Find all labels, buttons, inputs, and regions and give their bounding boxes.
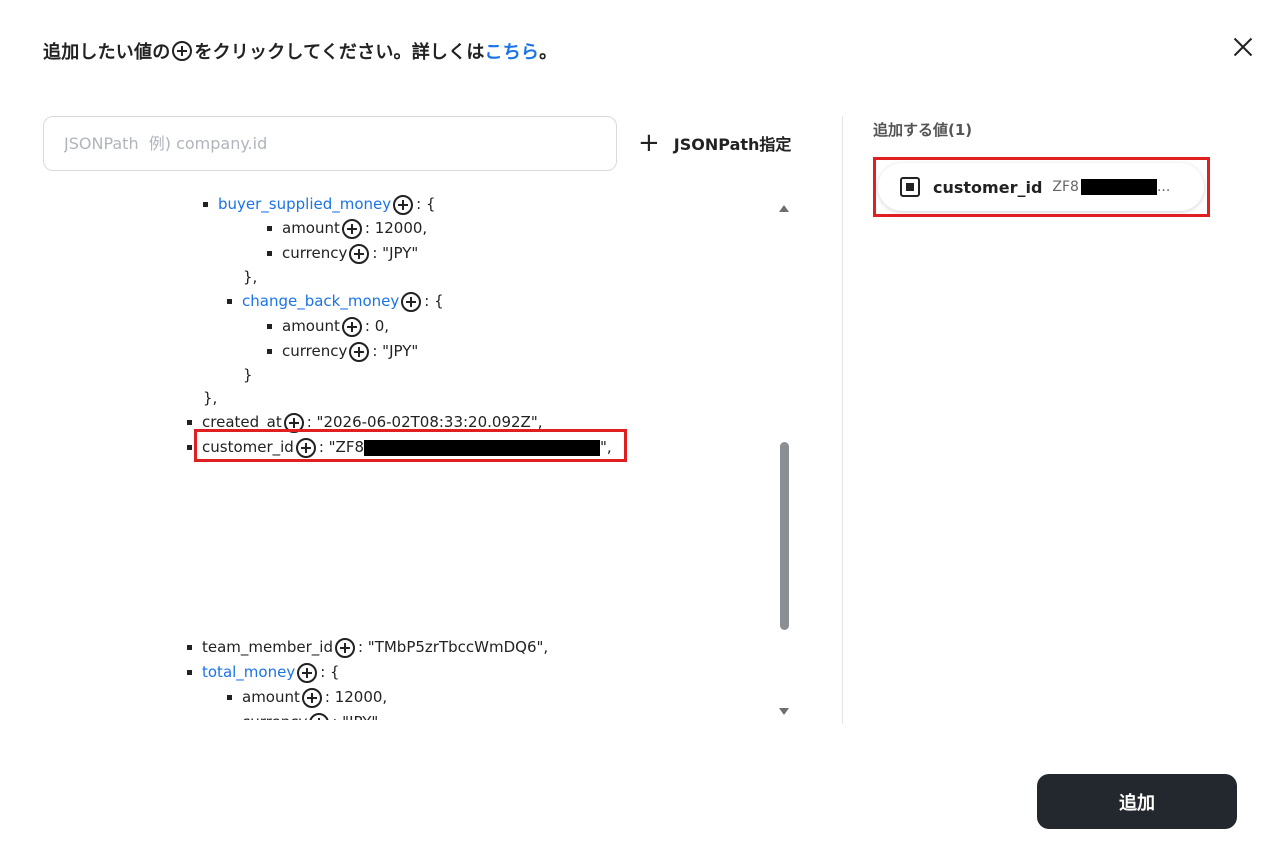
bullet	[187, 645, 192, 650]
tree-row: currency : "JPY"	[227, 710, 378, 720]
tree-value: : 12000,	[324, 688, 388, 706]
tree-value-prefix: : "ZF8	[318, 438, 364, 456]
bullet	[267, 251, 272, 256]
add-value-icon[interactable]	[349, 243, 370, 264]
add-value-icon[interactable]	[295, 437, 316, 458]
tree-bracket: }	[243, 366, 253, 384]
bullet	[227, 299, 232, 304]
panel-divider	[842, 116, 843, 724]
tree-value: : "JPY"	[372, 342, 419, 360]
tree-value: : "JPY"	[332, 710, 378, 720]
add-value-icon[interactable]	[393, 194, 414, 215]
tree-key[interactable]: total_money	[202, 660, 295, 685]
tree-key: amount	[282, 219, 340, 237]
add-circle-icon	[172, 41, 193, 61]
tree-value: : 12000,	[364, 219, 428, 237]
bullet	[203, 202, 208, 207]
tree-row: created_at : "2026-06-02T08:33:20.092Z",	[187, 410, 543, 435]
chip-label: customer_id	[933, 177, 1043, 197]
tree-value: : {	[424, 292, 444, 310]
help-link[interactable]: こちら	[485, 38, 540, 64]
tree-value-suffix: ",	[600, 438, 612, 456]
bullet	[187, 420, 192, 425]
square-dot-icon	[900, 177, 920, 197]
chip-value: ZF8 ...	[1052, 179, 1170, 195]
add-value-icon[interactable]	[334, 637, 355, 658]
tree-bracket: },	[203, 389, 218, 407]
tree-value: : {	[416, 195, 436, 213]
json-tree: buyer_supplied_money : { amount : 12000,…	[43, 190, 793, 720]
tree-row: buyer_supplied_money : {	[203, 192, 436, 217]
add-value-icon[interactable]	[401, 291, 422, 312]
scrollbar-thumb[interactable]	[780, 442, 789, 630]
tree-row-customer-id: customer_id : "ZF8 ",	[187, 435, 612, 460]
tree-row: change_back_money : {	[227, 289, 444, 314]
tree-key: created_at	[202, 413, 282, 431]
bullet	[267, 349, 272, 354]
selected-values-title: 追加する値(1)	[873, 121, 973, 139]
tree-key: currency	[242, 710, 307, 720]
add-value-icon[interactable]	[309, 712, 330, 720]
selected-value-chip[interactable]: customer_id ZF8 ...	[878, 163, 1204, 211]
chip-value-prefix: ZF8	[1052, 179, 1079, 195]
add-value-icon[interactable]	[349, 341, 370, 362]
bullet	[267, 226, 272, 231]
redacted-value	[1080, 179, 1157, 195]
bullet	[187, 670, 192, 675]
tree-value: : "TMbP5zrTbccWmDQ6",	[357, 638, 549, 656]
bullet	[267, 324, 272, 329]
instruction-text-start: 追加したい値の	[43, 42, 171, 63]
scroll-up-icon[interactable]	[779, 205, 789, 212]
tree-row: },	[243, 265, 257, 290]
tree-key: amount	[282, 317, 340, 335]
tree-value: : "JPY"	[372, 244, 419, 262]
add-value-icon[interactable]	[297, 662, 318, 683]
tree-row: team_member_id : "TMbP5zrTbccWmDQ6",	[187, 635, 548, 660]
dialog-instruction: 追加したい値の をクリックしてください。詳しくは こちら 。	[43, 38, 557, 64]
tree-row: amount : 12000,	[227, 685, 387, 710]
tree-row: },	[203, 386, 217, 411]
add-button[interactable]: 追加	[1037, 774, 1237, 829]
redacted-value	[364, 439, 600, 456]
tree-row: currency : "JPY"	[267, 241, 418, 266]
tree-value: : 0,	[364, 317, 390, 335]
tree-value: : "2026-06-02T08:33:20.092Z",	[306, 413, 543, 431]
jsonpath-specify-button[interactable]: + JSONPath指定	[638, 128, 792, 158]
tree-key[interactable]: buyer_supplied_money	[218, 192, 391, 217]
instruction-text-end: をクリックしてください。詳しくは	[194, 42, 485, 63]
scroll-down-icon[interactable]	[779, 708, 789, 715]
plus-icon: +	[638, 128, 660, 158]
add-value-icon[interactable]	[341, 218, 362, 239]
instruction-period: 。	[539, 42, 558, 63]
tree-row: amount : 0,	[267, 314, 389, 339]
tree-key: amount	[242, 688, 300, 706]
tree-row: total_money : {	[187, 660, 340, 685]
tree-key: currency	[282, 244, 348, 262]
tree-bracket: },	[243, 268, 258, 286]
add-value-icon[interactable]	[341, 316, 362, 337]
tree-key: currency	[282, 342, 348, 360]
tree-key: customer_id	[202, 438, 294, 456]
tree-row: }	[243, 363, 253, 388]
bullet	[227, 695, 232, 700]
jsonpath-search-input[interactable]	[43, 116, 617, 171]
tree-row: amount : 12000,	[267, 216, 427, 241]
add-value-icon[interactable]	[283, 412, 304, 433]
tree-key: team_member_id	[202, 638, 333, 656]
add-value-icon[interactable]	[301, 687, 322, 708]
bullet	[187, 445, 192, 450]
tree-row: currency : "JPY"	[267, 339, 418, 364]
tree-key[interactable]: change_back_money	[242, 289, 399, 314]
tree-value: : {	[320, 663, 340, 681]
close-icon[interactable]	[1230, 34, 1256, 60]
chip-value-suffix: ...	[1156, 179, 1171, 195]
jsonpath-specify-label: JSONPath指定	[673, 135, 792, 154]
